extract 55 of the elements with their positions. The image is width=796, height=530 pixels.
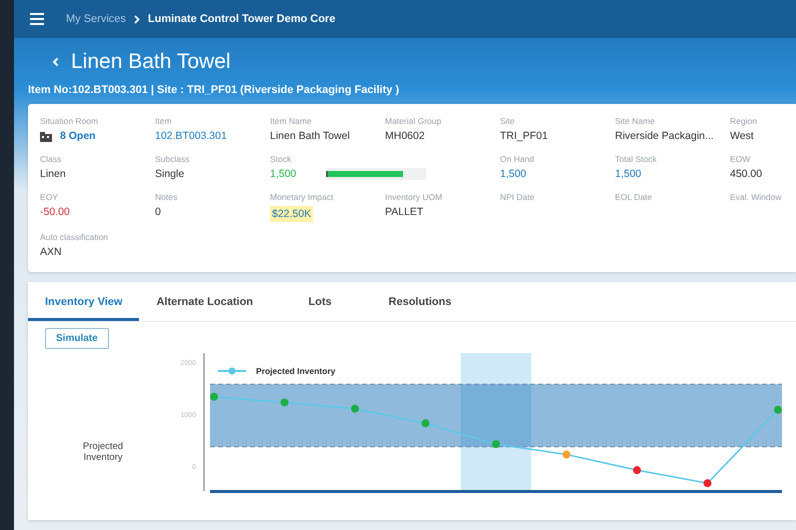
chevron-icon bbox=[134, 14, 140, 24]
field-label: Region bbox=[730, 116, 758, 126]
field-link[interactable]: 102.BT003.301 bbox=[155, 130, 270, 142]
field-value: Riverside Packagin... bbox=[615, 130, 715, 142]
page-title: Linen Bath Towel bbox=[71, 50, 231, 74]
item-subtitle: Item No:102.BT003.301 | Site : TRI_PF01 (Riverside Packaging Facility ) bbox=[28, 84, 400, 96]
field-value: -50.00 bbox=[40, 206, 71, 218]
field-value: West bbox=[730, 130, 755, 142]
tab[interactable]: Resolutions bbox=[370, 282, 470, 321]
field-label: EOY bbox=[40, 192, 59, 202]
field-label: Site Name bbox=[615, 116, 656, 126]
back-icon[interactable] bbox=[52, 57, 59, 67]
tab[interactable]: Inventory View bbox=[28, 282, 140, 321]
menu-icon[interactable] bbox=[30, 13, 44, 25]
field-label: Monetary Impact bbox=[270, 192, 334, 202]
breadcrumb-current: Luminate Control Tower Demo Core bbox=[148, 13, 336, 25]
chart-annotation: Projected Inventory bbox=[82, 440, 124, 462]
field-label: On Hand bbox=[500, 154, 536, 164]
field-label: EOW bbox=[730, 154, 752, 164]
field-label: NPI Date bbox=[500, 192, 536, 202]
field-link[interactable]: 1,500 bbox=[615, 168, 730, 180]
field-label: Eval. Window bbox=[730, 192, 782, 202]
field-label: Inventory UOM bbox=[385, 192, 444, 202]
field-value: 450.00 bbox=[730, 168, 764, 180]
field-value: Linen bbox=[40, 168, 67, 180]
field-label: Subclass bbox=[155, 154, 190, 164]
open-count-link[interactable]: 8 Open bbox=[60, 130, 96, 142]
field-value: MH0602 bbox=[385, 130, 426, 142]
simulate-button[interactable]: Simulate bbox=[45, 328, 109, 349]
field-value: Linen Bath Towel bbox=[270, 130, 351, 142]
field-label: Item Name bbox=[270, 116, 313, 126]
field-value: PALLET bbox=[385, 206, 424, 218]
field-label: Total Stock bbox=[615, 154, 658, 164]
breadcrumb-link[interactable]: My Services bbox=[66, 13, 126, 25]
field-label: EOL Date bbox=[615, 192, 654, 202]
building-icon bbox=[40, 130, 52, 142]
field-value: AXN bbox=[40, 246, 63, 258]
field-label: Situation Room bbox=[40, 116, 100, 126]
field-label: Class bbox=[40, 154, 62, 164]
field-value: $22.50K bbox=[270, 206, 314, 222]
tab[interactable]: Alternate Location bbox=[139, 282, 270, 321]
field-value: 1,500 bbox=[270, 168, 296, 180]
field-label: Notes bbox=[155, 192, 178, 202]
field-label: Material Group bbox=[385, 116, 442, 126]
tab[interactable]: Lots bbox=[270, 282, 370, 321]
field-value: TRI_PF01 bbox=[500, 130, 549, 142]
field-label: Item bbox=[155, 116, 173, 126]
field-value: Single bbox=[155, 168, 186, 180]
field-link[interactable]: 1,500 bbox=[500, 168, 615, 180]
field-value: 0 bbox=[155, 206, 162, 218]
field-label: Auto classification bbox=[40, 232, 110, 242]
field-label: Stock bbox=[270, 154, 292, 164]
field-label: Site bbox=[500, 116, 516, 126]
legend-item: Projected Inventory bbox=[218, 366, 336, 376]
legend-label: Projected Inventory bbox=[256, 366, 336, 376]
